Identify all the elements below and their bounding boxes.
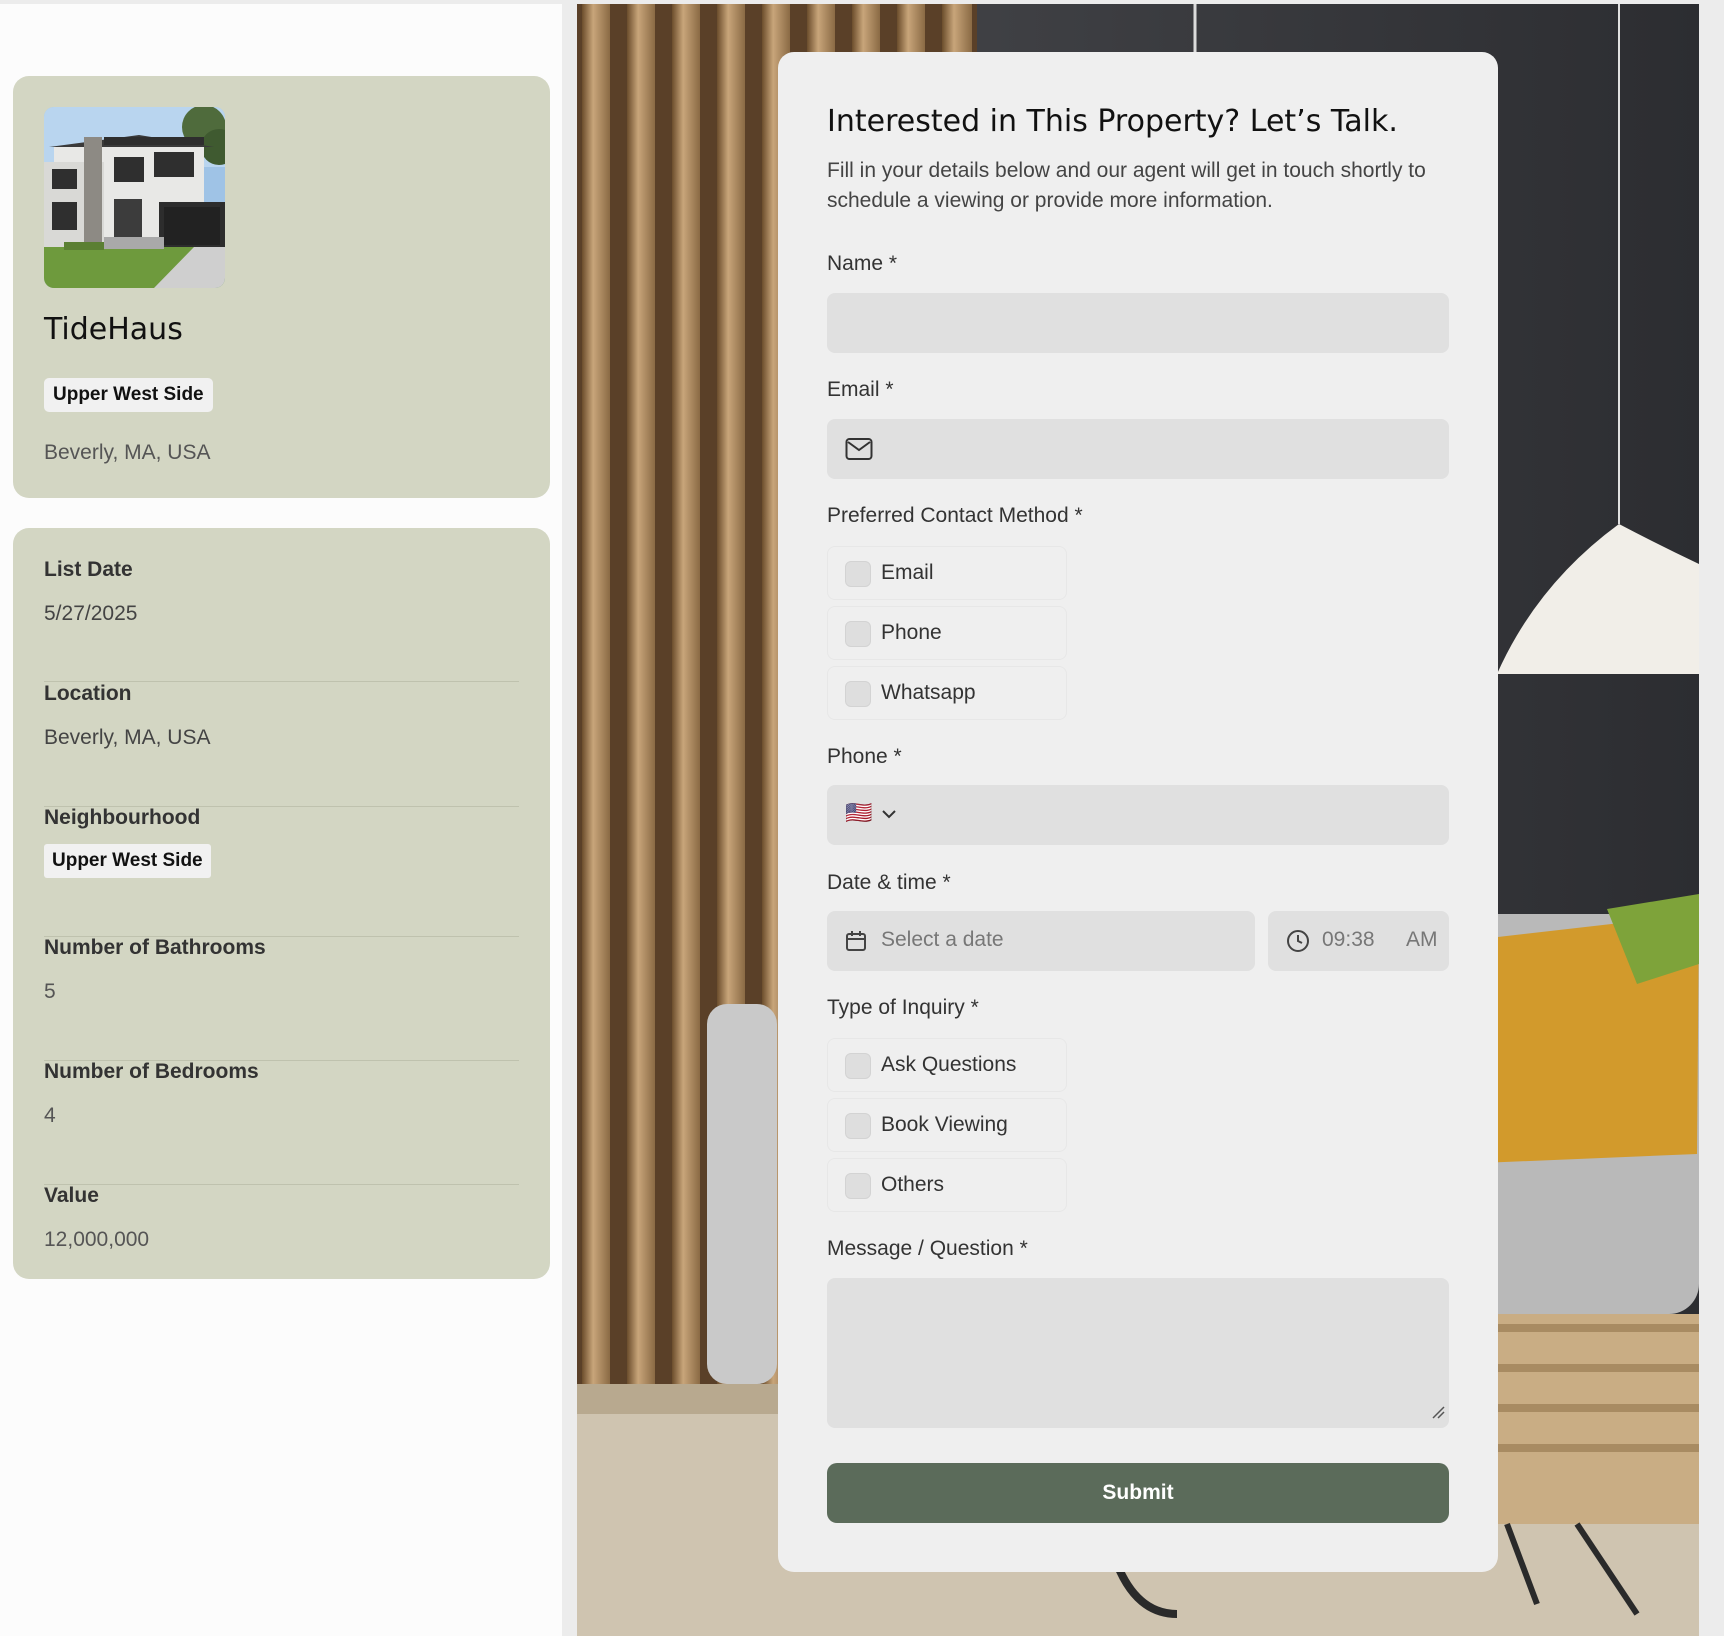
- detail-label: Number of Bedrooms: [44, 1060, 259, 1083]
- detail-label: Value: [44, 1184, 99, 1207]
- detail-label: Number of Bathrooms: [44, 936, 266, 959]
- detail-value-price: Value 12,000,000: [44, 1184, 519, 1252]
- option-label: Email: [881, 561, 934, 584]
- submit-button[interactable]: Submit: [827, 1463, 1449, 1523]
- name-input[interactable]: [827, 293, 1449, 353]
- time-period: AM: [1406, 928, 1438, 951]
- message-label: Message / Question *: [827, 1237, 1028, 1260]
- option-label: Ask Questions: [881, 1053, 1017, 1076]
- right-edge: [1699, 0, 1724, 1636]
- option-label: Others: [881, 1173, 945, 1196]
- date-placeholder: Select a date: [881, 928, 1004, 951]
- detail-label: Neighbourhood: [44, 806, 201, 829]
- form-subtitle: Fill in your details below and our agent…: [827, 159, 1426, 212]
- detail-label: List Date: [44, 558, 133, 581]
- contact-option-whatsapp[interactable]: Whatsapp: [827, 666, 1067, 720]
- detail-list-date: List Date 5/27/2025: [44, 558, 519, 682]
- mail-icon: [845, 437, 873, 466]
- property-card: TideHaus Upper West Side Beverly, MA, US…: [13, 76, 550, 498]
- property-photo: [44, 107, 225, 288]
- time-value: 09:38: [1322, 928, 1375, 951]
- email-label: Email *: [827, 378, 894, 401]
- calendar-icon: [845, 930, 867, 957]
- time-picker[interactable]: 09:38 AM: [1268, 911, 1449, 971]
- resize-handle-icon[interactable]: [1431, 1405, 1445, 1424]
- column-divider: [562, 4, 577, 1636]
- neighbourhood-chip: Upper West Side: [44, 378, 213, 412]
- detail-bathrooms: Number of Bathrooms 5: [44, 936, 519, 1061]
- inquiry-option-book-viewing[interactable]: Book Viewing: [827, 1098, 1067, 1152]
- country-flag-icon[interactable]: 🇺🇸: [845, 800, 872, 826]
- phone-label: Phone *: [827, 745, 902, 768]
- option-label: Book Viewing: [881, 1113, 1008, 1136]
- checkbox[interactable]: [845, 681, 871, 707]
- detail-value: 5/27/2025: [44, 602, 138, 625]
- date-picker[interactable]: Select a date: [827, 911, 1255, 971]
- email-input[interactable]: [827, 419, 1449, 479]
- checkbox[interactable]: [845, 1053, 871, 1079]
- inquiry-form-panel: Interested in This Property? Let’s Talk.…: [778, 52, 1498, 1572]
- chevron-down-icon[interactable]: [881, 807, 897, 825]
- checkbox[interactable]: [845, 561, 871, 587]
- inquiry-option-others[interactable]: Others: [827, 1158, 1067, 1212]
- inquiry-option-ask-questions[interactable]: Ask Questions: [827, 1038, 1067, 1092]
- message-textarea[interactable]: [827, 1278, 1449, 1428]
- datetime-label: Date & time *: [827, 871, 951, 894]
- detail-value: 5: [44, 980, 56, 1003]
- property-name: TideHaus: [44, 312, 183, 347]
- detail-label: Location: [44, 682, 132, 705]
- detail-location: Location Beverly, MA, USA: [44, 682, 519, 807]
- form-title: Interested in This Property? Let’s Talk.: [827, 104, 1398, 139]
- contact-option-phone[interactable]: Phone: [827, 606, 1067, 660]
- contact-option-email[interactable]: Email: [827, 546, 1067, 600]
- contact-method-label: Preferred Contact Method *: [827, 504, 1083, 527]
- detail-value: 4: [44, 1104, 56, 1127]
- name-label: Name *: [827, 252, 898, 275]
- checkbox[interactable]: [845, 1113, 871, 1139]
- detail-neighbourhood: Neighbourhood Upper West Side: [44, 806, 519, 937]
- checkbox[interactable]: [845, 621, 871, 647]
- detail-value: Beverly, MA, USA: [44, 726, 211, 749]
- phone-input[interactable]: 🇺🇸: [827, 785, 1449, 845]
- option-label: Whatsapp: [881, 681, 976, 704]
- detail-value: 12,000,000: [44, 1228, 150, 1251]
- option-label: Phone: [881, 621, 942, 644]
- inquiry-type-label: Type of Inquiry *: [827, 996, 979, 1019]
- property-location: Beverly, MA, USA: [44, 441, 211, 464]
- clock-icon: [1286, 929, 1310, 958]
- neighbourhood-chip: Upper West Side: [44, 844, 211, 878]
- checkbox[interactable]: [845, 1173, 871, 1199]
- property-details-card: List Date 5/27/2025 Location Beverly, MA…: [13, 528, 550, 1279]
- detail-bedrooms: Number of Bedrooms 4: [44, 1060, 519, 1185]
